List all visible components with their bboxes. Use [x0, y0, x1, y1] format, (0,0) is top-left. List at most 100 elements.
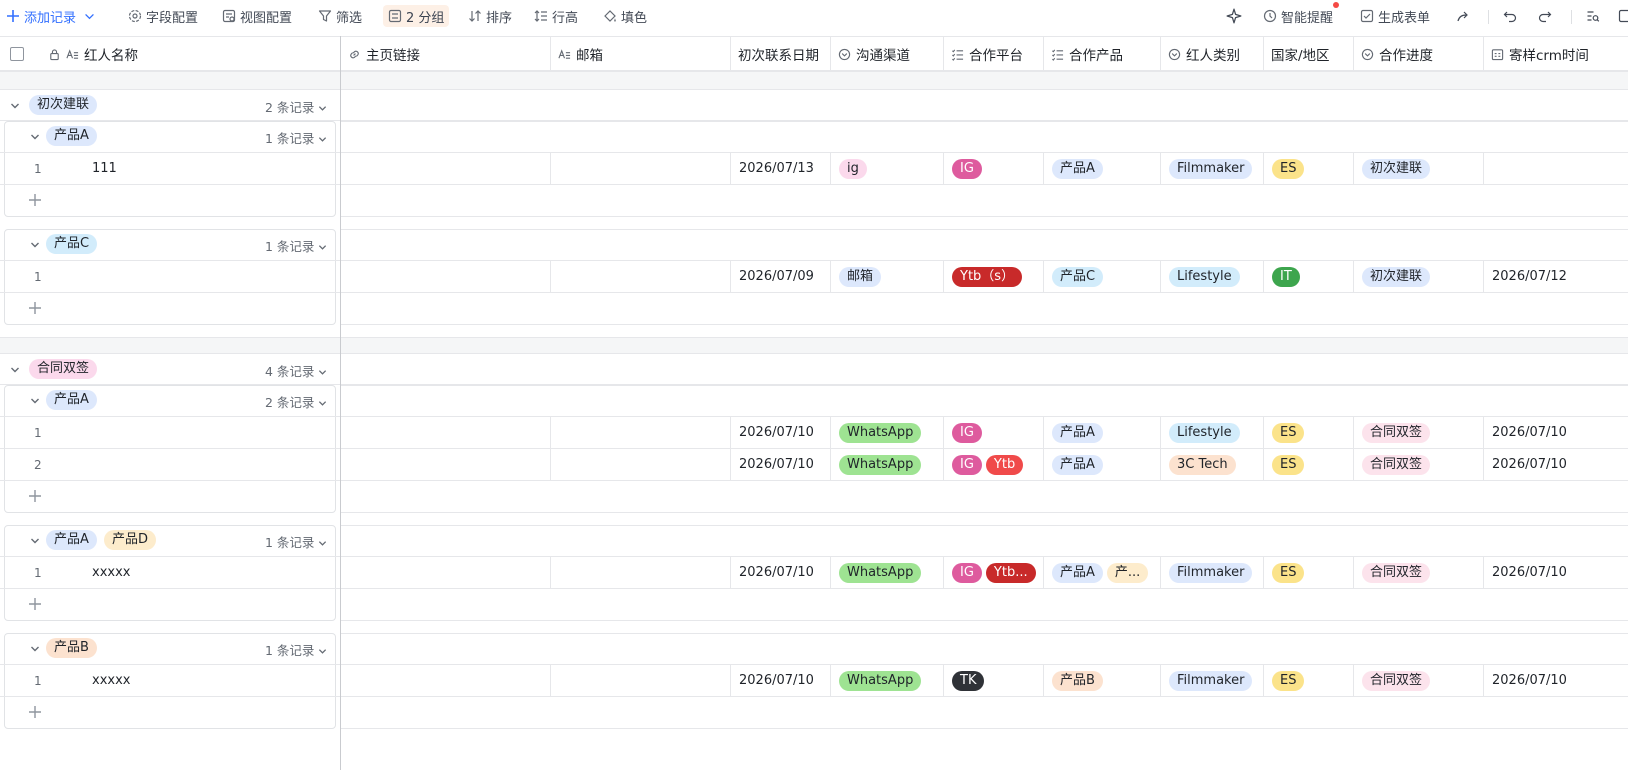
cell-name[interactable]: xxxxx	[84, 557, 334, 588]
chevron-down-icon[interactable]	[318, 647, 327, 656]
table-row[interactable]: 2 2026/07/10 WhatsApp IG Ytb 产品A 3C Tech ES 合同双签…	[0, 449, 1628, 481]
chevron-down-icon[interactable]	[84, 9, 95, 23]
cell-name[interactable]	[84, 449, 334, 480]
ai-sparkle-button[interactable]	[1226, 5, 1242, 27]
cell-progress[interactable]: 合同双签	[1353, 557, 1483, 588]
table-row[interactable]: 1 xxxxx 2026/07/10 WhatsApp TK 产品B Filmmaker ES…	[0, 665, 1628, 697]
field-config-button[interactable]: 字段配置	[128, 5, 198, 27]
chevron-down-icon[interactable]	[30, 396, 40, 406]
chevron-down-icon[interactable]	[10, 365, 20, 375]
cell-date[interactable]: 2026/07/09	[730, 261, 830, 292]
cell-country[interactable]: ES	[1263, 417, 1353, 448]
cell-channel[interactable]: ig	[830, 153, 943, 184]
cell-name[interactable]: 111	[84, 153, 334, 184]
cell-name[interactable]	[84, 417, 334, 448]
chevron-down-icon[interactable]	[10, 101, 20, 111]
column-header-progress[interactable]: 合作进度	[1353, 37, 1483, 71]
cell-email[interactable]	[550, 417, 730, 448]
plus-icon[interactable]	[28, 705, 42, 719]
group-header-row[interactable]: 初次建联 2 条记录	[0, 89, 1628, 121]
cell-channel[interactable]: WhatsApp	[830, 665, 943, 696]
checkbox-box[interactable]	[10, 47, 24, 61]
cell-category[interactable]: Filmmaker	[1160, 665, 1263, 696]
filter-button[interactable]: 筛选	[318, 5, 362, 27]
chevron-down-icon[interactable]	[318, 104, 327, 113]
fill-color-button[interactable]: 填色	[603, 5, 647, 27]
chevron-down-icon[interactable]	[30, 240, 40, 250]
table-row[interactable]: 1 2026/07/10 WhatsApp IG 产品A Lifestyle ES 合同双签 2…	[0, 417, 1628, 449]
redo-button[interactable]	[1538, 5, 1552, 27]
cell-category[interactable]: Lifestyle	[1160, 417, 1263, 448]
cell-email[interactable]	[550, 153, 730, 184]
cell-homepage[interactable]	[340, 417, 550, 448]
chevron-down-icon[interactable]	[318, 539, 327, 548]
cell-channel[interactable]: 邮箱	[830, 261, 943, 292]
table-row[interactable]: 1 2026/07/09 邮箱 Ytb（s） 产品C Lifestyle IT 初次建联 202…	[0, 261, 1628, 293]
cell-date[interactable]: 2026/07/10	[730, 665, 830, 696]
cell-crm[interactable]	[1483, 153, 1628, 184]
table-row[interactable]: 1 xxxxx 2026/07/10 WhatsApp IG Ytb... 产品A 产... F…	[0, 557, 1628, 589]
view-config-button[interactable]: 视图配置	[222, 5, 292, 27]
generate-form-button[interactable]: 生成表单	[1360, 5, 1430, 27]
cell-homepage[interactable]	[340, 153, 550, 184]
chevron-down-icon[interactable]	[318, 135, 327, 144]
cell-product[interactable]: 产品B	[1043, 665, 1160, 696]
chevron-down-icon[interactable]	[318, 243, 327, 252]
cell-progress[interactable]: 初次建联	[1353, 261, 1483, 292]
cell-name[interactable]	[84, 261, 334, 292]
cell-progress[interactable]: 合同双签	[1353, 417, 1483, 448]
cell-country[interactable]: ES	[1263, 153, 1353, 184]
add-row-button[interactable]	[4, 293, 336, 324]
cell-email[interactable]	[550, 557, 730, 588]
cell-crm[interactable]: 2026/07/12	[1483, 261, 1628, 292]
sort-button[interactable]: 排序	[468, 5, 512, 27]
cell-product[interactable]: 产品A 产...	[1043, 557, 1160, 588]
column-header-category[interactable]: 红人类别	[1160, 37, 1263, 71]
subgroup-header-row[interactable]: 产品A 2 条记录	[0, 385, 1628, 417]
plus-icon[interactable]	[28, 193, 42, 207]
cell-email[interactable]	[550, 449, 730, 480]
more-button[interactable]	[1618, 5, 1628, 27]
column-header-homepage[interactable]: 主页链接	[340, 37, 547, 71]
column-header-email[interactable]: 邮箱	[550, 37, 730, 71]
cell-homepage[interactable]	[340, 665, 550, 696]
cell-country[interactable]: ES	[1263, 665, 1353, 696]
cell-category[interactable]: Lifestyle	[1160, 261, 1263, 292]
chevron-down-icon[interactable]	[318, 399, 327, 408]
column-header-name[interactable]: 红人名称	[40, 37, 340, 71]
cell-date[interactable]: 2026/07/10	[730, 417, 830, 448]
cell-homepage[interactable]	[340, 261, 550, 292]
cell-category[interactable]: Filmmaker	[1160, 153, 1263, 184]
cell-date[interactable]: 2026/07/10	[730, 557, 830, 588]
search-button[interactable]	[1586, 5, 1600, 27]
chevron-down-icon[interactable]	[30, 644, 40, 654]
cell-platform[interactable]: TK	[943, 665, 1043, 696]
subgroup-header-row[interactable]: 产品A 产品D 1 条记录	[0, 525, 1628, 557]
cell-date[interactable]: 2026/07/13	[730, 153, 830, 184]
cell-date[interactable]: 2026/07/10	[730, 449, 830, 480]
share-button[interactable]	[1456, 5, 1470, 27]
table-row[interactable]: 1 111 2026/07/13 ig IG 产品A Filmmaker ES 初次建联	[0, 153, 1628, 185]
column-header-country[interactable]: 国家/地区	[1263, 37, 1353, 71]
add-row-button[interactable]	[4, 481, 336, 512]
cell-product[interactable]: 产品A	[1043, 449, 1160, 480]
frozen-column-divider[interactable]	[340, 36, 341, 770]
cell-channel[interactable]: WhatsApp	[830, 417, 943, 448]
subgroup-header-row[interactable]: 产品C 1 条记录	[0, 229, 1628, 261]
cell-platform[interactable]: IG	[943, 417, 1043, 448]
cell-country[interactable]: IT	[1263, 261, 1353, 292]
chevron-down-icon[interactable]	[30, 132, 40, 142]
column-header-product[interactable]: 合作产品	[1043, 37, 1160, 71]
cell-channel[interactable]: WhatsApp	[830, 557, 943, 588]
subgroup-header-row[interactable]: 产品B 1 条记录	[0, 633, 1628, 665]
cell-progress[interactable]: 初次建联	[1353, 153, 1483, 184]
group-button[interactable]: 2 分组	[383, 5, 450, 27]
column-header-channel[interactable]: 沟通渠道	[830, 37, 943, 71]
cell-country[interactable]: ES	[1263, 449, 1353, 480]
add-record-button[interactable]: 添加记录	[6, 5, 99, 27]
cell-product[interactable]: 产品C	[1043, 261, 1160, 292]
add-row-button[interactable]	[4, 185, 336, 216]
cell-platform[interactable]: IG Ytb...	[943, 557, 1043, 588]
cell-progress[interactable]: 合同双签	[1353, 449, 1483, 480]
column-header-crm-time[interactable]: 寄样crm时间	[1483, 37, 1628, 71]
